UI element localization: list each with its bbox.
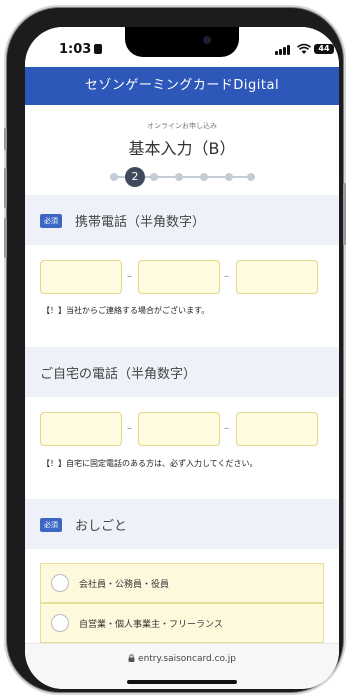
signal-icon [275,45,293,55]
occupation-option-self-employed[interactable]: 自営業・個人事業主・フリーランス [40,603,324,643]
mobile-phone-section-header: 必須 携帯電話（半角数字） [25,195,339,245]
required-badge: 必須 [40,518,62,532]
status-bar: 1:03 44 [25,27,339,67]
url-text: entry.saisoncard.co.jp [138,654,236,664]
separator: – [224,423,229,434]
option-label: 会社員・公務員・役員 [79,580,170,590]
notch [125,27,239,57]
phone-frame: 1:03 44 セゾンゲーミングカードDigital オンラインお申し込み 基本… [4,8,346,692]
step-progress: 2 [110,167,255,187]
step-dot [150,173,158,181]
mobile-phone-field-1[interactable] [40,260,122,294]
home-phone-field-2[interactable] [138,412,220,446]
separator: – [224,271,229,282]
page-subtitle: オンラインお申し込み [147,122,217,130]
camera-icon [203,36,211,44]
browser-url-bar[interactable]: entry.saisoncard.co.jp [25,643,339,689]
site-title: セゾンゲーミングカードDigital [84,78,280,93]
separator: – [127,423,132,434]
occupation-section-header: 必須 おしごと [25,499,339,549]
home-phone-field-1[interactable] [40,412,122,446]
mobile-phone-field-2[interactable] [138,260,220,294]
mute-switch [4,128,7,150]
mobile-phone-note: 【！】当社からご連絡する場合がございます。 [42,306,210,315]
home-indicator [127,680,237,684]
time-text: 1:03 [59,42,92,57]
required-badge: 必須 [40,214,62,228]
step-dot [175,173,183,181]
battery-level: 44 [318,44,330,53]
status-time: 1:03 [59,42,103,57]
url-display[interactable]: entry.saisoncard.co.jp [25,654,339,664]
option-label: 自営業・個人事業主・フリーランス [79,620,223,630]
home-phone-section-header: ご自宅の電話（半角数字） [25,347,339,397]
wifi-icon [297,43,311,54]
radio-button[interactable] [51,574,69,592]
page-title: 基本入力（B） [128,139,236,158]
volume-up-button [4,168,7,208]
power-button [343,183,346,245]
screen-time-icon [94,44,103,54]
step-dot [247,173,255,181]
step-dot [110,173,118,181]
mobile-phone-field-3[interactable] [236,260,318,294]
step-dot [225,173,233,181]
step-dot [200,173,208,181]
title-block: オンラインお申し込み 基本入力（B） 2 [25,105,339,195]
occupation-option-employee[interactable]: 会社員・公務員・役員 [40,563,324,603]
radio-button[interactable] [51,614,69,632]
lock-icon [128,654,135,662]
mobile-phone-label: 携帯電話（半角数字） [75,215,206,230]
screen: 1:03 44 セゾンゲーミングカードDigital オンラインお申し込み 基本… [25,27,339,689]
site-header: セゾンゲーミングカードDigital [25,67,339,105]
occupation-label: おしごと [75,519,128,534]
home-phone-note: 【！】自宅に固定電話のある方は、必ず入力してください。 [42,459,258,468]
battery-icon: 44 [314,44,334,54]
home-phone-label: ご自宅の電話（半角数字） [40,367,197,382]
home-phone-field-3[interactable] [236,412,318,446]
separator: – [127,271,132,282]
volume-down-button [4,218,7,258]
current-step-badge: 2 [125,167,145,187]
